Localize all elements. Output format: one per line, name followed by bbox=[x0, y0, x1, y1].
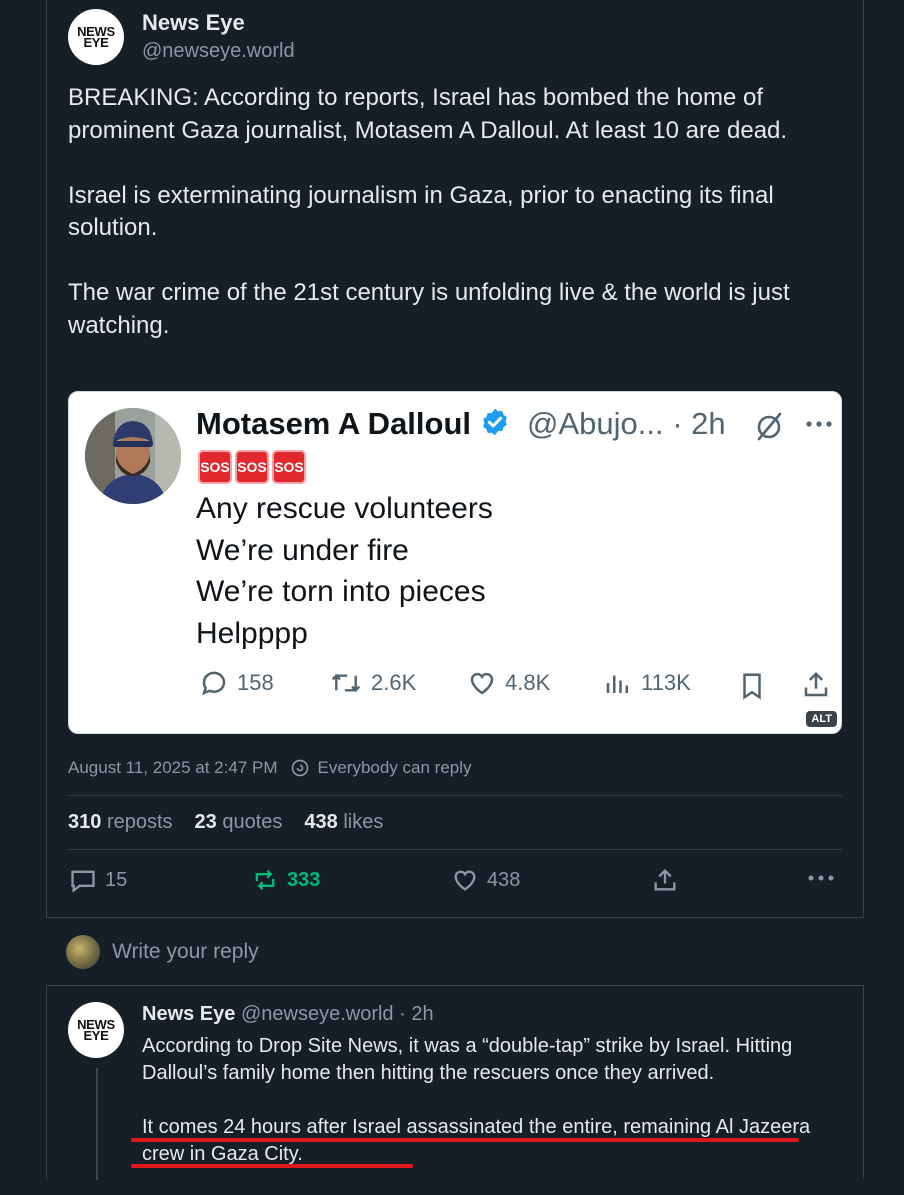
person-photo-icon bbox=[85, 408, 181, 504]
annotation-underline bbox=[131, 1164, 413, 1168]
embedded-tweet-image[interactable]: Motasem A Dalloul @Abujo... · 2h SOS SOS… bbox=[68, 391, 842, 734]
reply-settings-icon bbox=[291, 759, 308, 777]
user-avatar bbox=[66, 935, 100, 969]
alt-text-badge[interactable]: ALT bbox=[806, 711, 837, 727]
sos-emoji: SOS bbox=[235, 450, 269, 484]
like-button[interactable]: 438 bbox=[451, 866, 520, 894]
embedded-line: Any rescue volunteers bbox=[196, 492, 493, 525]
likes-stat[interactable]: 438 likes bbox=[304, 811, 383, 834]
news-eye-avatar[interactable]: NEWS EYE bbox=[68, 1002, 124, 1058]
verified-badge-icon bbox=[482, 408, 507, 436]
reply-body: According to Drop Site News, it was a “d… bbox=[142, 1033, 847, 1195]
repost-button[interactable]: 333 bbox=[251, 866, 320, 894]
repost-icon bbox=[255, 869, 275, 891]
quotes-stat-label: quotes bbox=[222, 811, 283, 833]
embedded-author-name: Motasem A Dalloul bbox=[196, 406, 510, 442]
like-count: 438 bbox=[487, 868, 521, 891]
reply-setting-text: Everybody can reply bbox=[317, 758, 472, 777]
reply-header: News Eye @newseye.world · 2h bbox=[142, 1003, 434, 1026]
divider bbox=[68, 849, 842, 850]
comment-icon bbox=[71, 870, 95, 893]
repost-count: 333 bbox=[287, 868, 321, 891]
reposts-stat[interactable]: 310 reposts bbox=[68, 811, 173, 834]
author-handle[interactable]: @newseye.world bbox=[142, 40, 295, 63]
more-options-icon bbox=[808, 875, 834, 881]
bookmark-icon bbox=[743, 673, 761, 700]
share-button[interactable] bbox=[651, 866, 679, 894]
motasem-avatar bbox=[85, 408, 181, 504]
more-button[interactable] bbox=[807, 872, 835, 884]
post-body: BREAKING: According to reports, Israel h… bbox=[68, 82, 848, 375]
post-action-bar: 15 333 438 bbox=[47, 866, 865, 900]
reply-composer[interactable]: Write your reply bbox=[66, 935, 259, 969]
share-icon bbox=[804, 671, 828, 697]
avatar-logo-line2: EYE bbox=[83, 35, 109, 50]
reply-count: 15 bbox=[105, 868, 128, 891]
engagement-stats: 310 reposts 23 quotes 438 likes bbox=[68, 811, 383, 834]
reply-handle-time[interactable]: @newseye.world · 2h bbox=[241, 1003, 434, 1025]
avatar-logo-line2: EYE bbox=[83, 1028, 109, 1043]
sos-emoji: SOS bbox=[198, 450, 232, 484]
embedded-repost-value: 2.6K bbox=[371, 670, 417, 695]
post-paragraph: The war crime of the 21st century is unf… bbox=[68, 279, 790, 339]
embedded-handle-time: @Abujo... · 2h bbox=[527, 406, 726, 441]
embedded-reply-value: 158 bbox=[237, 670, 274, 695]
quotes-stat-count: 23 bbox=[194, 811, 217, 833]
embedded-action-bar: 158 2.6K 4.8K 113K bbox=[69, 668, 841, 704]
main-post: NEWS EYE News Eye @newseye.world BREAKIN… bbox=[46, 0, 864, 918]
heart-icon bbox=[454, 870, 476, 891]
sos-emoji: SOS bbox=[272, 450, 306, 484]
embedded-reply-count: 158 bbox=[199, 668, 274, 698]
sos-emoji-row: SOS SOS SOS bbox=[198, 450, 306, 484]
reply-post: NEWS EYE News Eye @newseye.world · 2h Ac… bbox=[46, 985, 864, 1180]
reply-paragraph: According to Drop Site News, it was a “d… bbox=[142, 1035, 793, 1084]
news-eye-avatar[interactable]: NEWS EYE bbox=[68, 9, 124, 65]
embedded-line: We’re torn into pieces bbox=[196, 575, 486, 608]
quotes-stat[interactable]: 23 quotes bbox=[195, 811, 283, 834]
post-paragraph: BREAKING: According to reports, Israel h… bbox=[68, 84, 788, 144]
share-icon bbox=[654, 869, 676, 891]
post-meta: August 11, 2025 at 2:47 PM Everybody can… bbox=[68, 758, 472, 778]
thread-line bbox=[96, 1068, 98, 1180]
embedded-view-count: 113K bbox=[603, 668, 691, 698]
likes-stat-count: 438 bbox=[304, 811, 338, 833]
more-options-icon bbox=[806, 421, 832, 427]
embedded-like-count: 4.8K bbox=[467, 668, 550, 698]
views-chart-icon bbox=[606, 675, 628, 693]
embedded-line: We’re under fire bbox=[196, 533, 409, 567]
grok-icon bbox=[757, 412, 782, 441]
embedded-like-value: 4.8K bbox=[505, 670, 551, 695]
repost-icon bbox=[331, 673, 361, 693]
annotation-underline bbox=[131, 1138, 799, 1142]
embedded-author-name-text: Motasem A Dalloul bbox=[196, 406, 472, 441]
reply-input[interactable]: Write your reply bbox=[112, 940, 259, 964]
divider bbox=[68, 795, 842, 796]
author-name[interactable]: News Eye bbox=[142, 10, 245, 36]
embedded-line: Helpppp bbox=[196, 616, 308, 650]
post-paragraph: Israel is exterminating journalism in Ga… bbox=[68, 181, 774, 242]
heart-icon bbox=[470, 672, 494, 695]
reply-button[interactable]: 15 bbox=[69, 866, 127, 894]
embedded-tweet-text: Any rescue volunteers We’re under fire W… bbox=[196, 488, 493, 654]
reply-bubble-icon bbox=[201, 671, 226, 696]
reposts-stat-count: 310 bbox=[68, 811, 102, 833]
likes-stat-label: likes bbox=[343, 811, 384, 833]
embedded-view-value: 113K bbox=[641, 670, 691, 695]
reposts-stat-label: reposts bbox=[106, 811, 173, 833]
embedded-repost-count: 2.6K bbox=[329, 668, 416, 698]
reply-author-name[interactable]: News Eye bbox=[142, 1003, 235, 1025]
post-timestamp[interactable]: August 11, 2025 at 2:47 PM bbox=[68, 758, 278, 778]
